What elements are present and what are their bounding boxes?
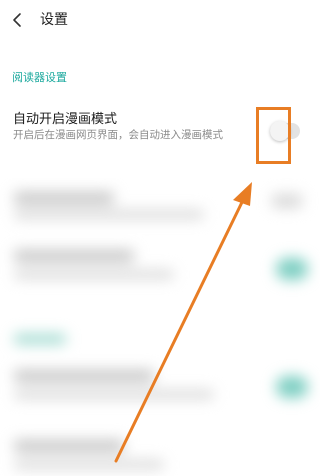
page-title: 设置: [40, 12, 68, 28]
highlight-box: [256, 107, 291, 164]
chevron-left-icon: [13, 13, 21, 27]
setting-title: 自动开启漫画模式: [13, 112, 118, 127]
setting-description: 开启后在漫画网页界面，会自动进入漫画模式: [13, 129, 223, 141]
blurred-settings-area: [0, 178, 320, 476]
back-button[interactable]: [4, 6, 32, 34]
section-header-reader: 阅读器设置: [12, 71, 67, 84]
top-bar: 设置: [0, 0, 320, 40]
